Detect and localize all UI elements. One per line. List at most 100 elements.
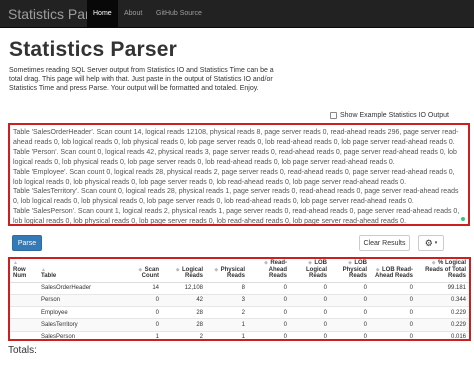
column-header-label: Logical Reads (181, 266, 203, 280)
table-cell: 1 (206, 330, 248, 339)
sort-icon: ◆ (138, 266, 144, 273)
table-cell: 0 (370, 318, 416, 332)
column-header[interactable]: ◆ LOB Physical Reads (330, 259, 370, 283)
column-header[interactable]: ◆ LOB Logical Reads (290, 259, 330, 283)
table-cell: 0 (248, 318, 290, 332)
table-cell: 0 (370, 330, 416, 339)
navbar: Statistics Parser Home About GitHub Sour… (0, 0, 474, 28)
table-cell: 8 (206, 281, 248, 295)
parse-button[interactable]: Parse (12, 235, 42, 251)
table-cell: 28 (162, 306, 206, 319)
sort-icon: ◆ (214, 266, 220, 273)
table-cell (10, 293, 38, 307)
table-cell: 0 (120, 306, 162, 319)
table-cell: 99.181 (416, 281, 469, 295)
table-cell: 0 (248, 293, 290, 307)
table-cell: 0.229 (416, 306, 469, 319)
column-header[interactable]: ◆ Read-Ahead Reads (248, 259, 290, 283)
table-cell: 0.344 (416, 293, 469, 307)
table-cell (10, 330, 38, 339)
table-cell: Person (38, 293, 120, 307)
table-row: SalesTerritory 0 28 1 0 0 0 0 0.229 (10, 318, 469, 332)
sort-icon: ◆ (308, 260, 314, 266)
column-header[interactable]: ◆ % Logical Reads of Total Reads (416, 259, 469, 283)
table-cell: 12,108 (162, 281, 206, 295)
table-cell: 0.229 (416, 318, 469, 332)
table-cell: 0 (330, 306, 370, 319)
gear-icon: ⚙ (424, 237, 433, 248)
table-cell: 0 (120, 293, 162, 307)
table-cell: 0 (370, 293, 416, 307)
table-cell: 42 (162, 293, 206, 307)
table-header-row: ▲ Row Num ▲ Table ◆ Scan Count ◆ Logical Read… (10, 259, 469, 283)
column-header-label: Physical Reads (220, 266, 245, 280)
example-checkbox[interactable] (330, 112, 337, 119)
sort-icon: ◆ (264, 260, 270, 266)
page-title: Statistics Parser (9, 38, 177, 61)
caret-down-icon: ▾ (434, 240, 438, 246)
column-header-label: Table (41, 273, 57, 279)
table-cell: 0 (290, 330, 330, 339)
table-cell: 0 (248, 281, 290, 295)
table-cell: 28 (162, 318, 206, 332)
results-table: ▲ Row Num ▲ Table ◆ Scan Count ◆ Logical Read… (10, 259, 469, 339)
resize-handle-icon[interactable] (461, 217, 465, 221)
table-cell: 0.016 (416, 330, 469, 339)
column-header[interactable]: ◆ Logical Reads (162, 259, 206, 283)
table-row: Employee 0 28 2 0 0 0 0 0.229 (10, 306, 469, 319)
table-cell: 0 (290, 318, 330, 332)
sort-icon: ◆ (375, 266, 381, 273)
column-header-label: Row Num (13, 266, 27, 280)
column-header-label: Read-Ahead Reads (268, 260, 287, 279)
table-cell: SalesOrderHeader (38, 281, 120, 295)
clear-results-button[interactable]: Clear Results (359, 235, 410, 251)
table-cell (10, 306, 38, 319)
nav-item-github-source[interactable]: GitHub Source (150, 0, 208, 28)
table-cell: 0 (290, 306, 330, 319)
table-cell: 14 (120, 281, 162, 295)
column-header[interactable]: ◆ LOB Read-Ahead Reads (370, 259, 416, 283)
sort-icon: ◆ (431, 260, 437, 266)
table-cell (10, 318, 38, 332)
intro-text: Sometimes reading SQL Server output from… (9, 67, 274, 93)
example-toggle[interactable]: Show Example Statistics IO Output (330, 111, 449, 120)
column-header-label: LOB Physical Reads (342, 260, 367, 279)
sort-icon: ◆ (175, 266, 181, 273)
totals-heading: Totals: (8, 345, 37, 356)
settings-dropdown-button[interactable]: ⚙ ▾ (418, 235, 444, 251)
results-table-container: ▲ Row Num ▲ Table ◆ Scan Count ◆ Logical Read… (8, 257, 471, 341)
table-cell: 0 (370, 281, 416, 295)
column-header-label: Scan Count (141, 266, 159, 280)
table-cell: 0 (330, 330, 370, 339)
table-cell: 0 (248, 330, 290, 339)
table-cell: 0 (290, 293, 330, 307)
column-header[interactable]: ◆ Scan Count (120, 259, 162, 283)
table-cell: 2 (206, 306, 248, 319)
example-toggle-label: Show Example Statistics IO Output (340, 112, 449, 119)
table-cell: 0 (248, 306, 290, 319)
table-cell: SalesTerritory (38, 318, 120, 332)
table-row: SalesPerson 1 2 1 0 0 0 0 0.016 (10, 330, 469, 339)
table-cell: 2 (162, 330, 206, 339)
statistics-input[interactable]: Table 'SalesOrderHeader'. Scan count 14,… (8, 123, 470, 226)
sort-icon: ◆ (348, 260, 354, 266)
column-header[interactable]: ▲ Row Num (10, 259, 38, 283)
sort-icon: ▲ (13, 260, 18, 266)
table-cell: 0 (330, 318, 370, 332)
table-row: Person 0 42 3 0 0 0 0 0.344 (10, 293, 469, 307)
table-cell: 0 (290, 281, 330, 295)
table-cell: 0 (370, 306, 416, 319)
table-cell (10, 281, 38, 295)
table-cell: 1 (206, 318, 248, 332)
nav-item-home[interactable]: Home (87, 0, 118, 28)
column-header[interactable]: ▲ Table (38, 259, 120, 283)
table-cell: 0 (330, 293, 370, 307)
table-cell: SalesPerson (38, 330, 120, 339)
sort-icon: ▲ (41, 266, 46, 273)
column-header[interactable]: ◆ Physical Reads (206, 259, 248, 283)
table-cell: 0 (120, 318, 162, 332)
table-body: SalesOrderHeader 14 12,108 8 0 0 0 0 99.181 Perso… (10, 281, 469, 339)
statistics-input-text: Table 'SalesOrderHeader'. Scan count 14,… (13, 129, 460, 226)
nav-item-about[interactable]: About (118, 0, 148, 28)
table-cell: 3 (206, 293, 248, 307)
